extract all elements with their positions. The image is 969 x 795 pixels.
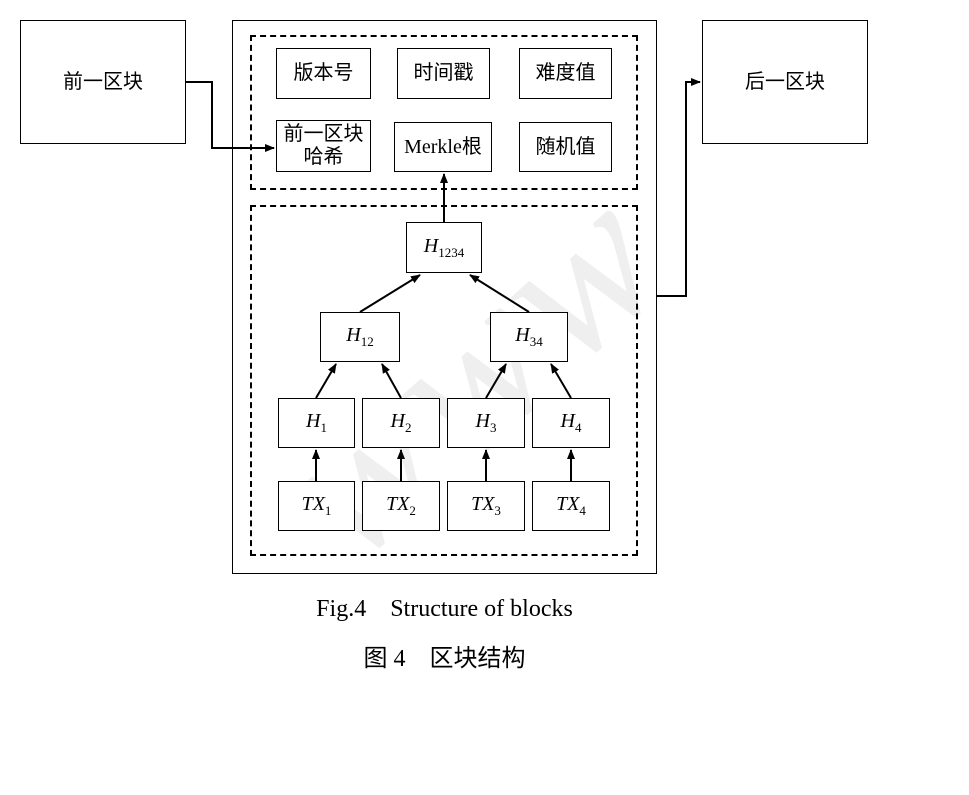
next-block-label: 后一区块 (745, 70, 825, 93)
merkle-root-node: H1234 (406, 222, 482, 273)
nonce-field: 随机值 (519, 122, 612, 172)
transaction-tx3: TX3 (447, 481, 525, 531)
transaction-tx1: TX1 (278, 481, 355, 531)
version-label: 版本号 (293, 62, 354, 84)
difficulty-label: 难度值 (535, 62, 596, 84)
hash-node-h34: H34 (490, 312, 568, 362)
version-field: 版本号 (276, 48, 371, 99)
hash-node-h2: H2 (362, 398, 440, 448)
prev-hash-label-line2: 哈希 (303, 146, 344, 168)
timestamp-label: 时间戳 (413, 62, 474, 84)
prev-block-hash-field: 前一区块 哈希 (276, 120, 371, 172)
next-block-link-arrow (657, 78, 701, 297)
merkle-root-field: Merkle根 (394, 122, 492, 172)
previous-block-label: 前一区块 (63, 70, 143, 93)
transaction-tx2: TX2 (362, 481, 440, 531)
nonce-label: 随机值 (535, 135, 596, 158)
timestamp-field: 时间戳 (397, 48, 490, 99)
transaction-tx4: TX4 (532, 481, 610, 531)
previous-block: 前一区块 (20, 20, 186, 144)
hash-node-h3: H3 (447, 398, 525, 448)
prev-hash-label-line1: 前一区块 (283, 123, 364, 145)
difficulty-field: 难度值 (519, 48, 612, 99)
hash-node-h12: H12 (320, 312, 400, 362)
merkle-root-label: Merkle根 (404, 135, 482, 158)
figure-caption-english: Fig.4 Structure of blocks (316, 596, 573, 622)
next-block: 后一区块 (702, 20, 868, 144)
hash-node-h4: H4 (532, 398, 610, 448)
figure-caption-chinese: 图 4 区块结构 (363, 646, 526, 672)
hash-node-h1: H1 (278, 398, 355, 448)
